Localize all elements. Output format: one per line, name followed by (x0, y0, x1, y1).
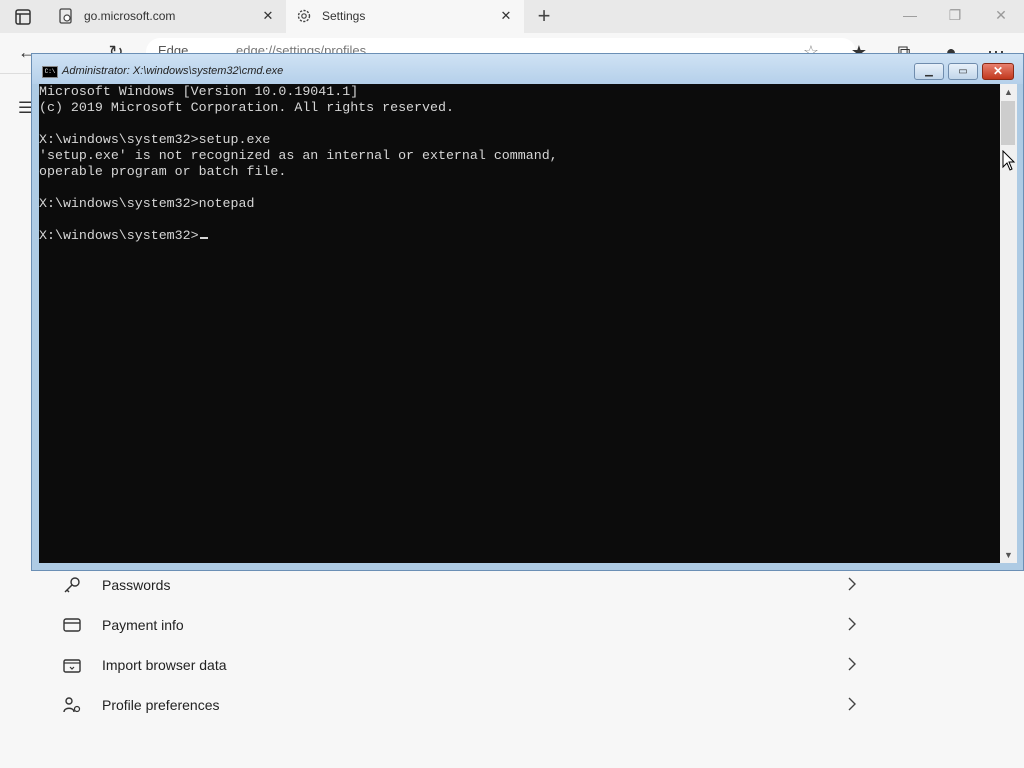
settings-item-passwords[interactable]: Passwords (60, 566, 860, 606)
scrollbar-thumb[interactable] (1001, 101, 1015, 145)
key-icon (64, 577, 80, 593)
chevron-right-icon (848, 577, 856, 591)
new-tab-button[interactable]: + (532, 5, 556, 27)
tab-title: Settings (322, 9, 366, 23)
tab-close-icon[interactable]: ✕ (260, 8, 276, 24)
console-line: X:\windows\system32>setup.exe (39, 132, 271, 147)
settings-item-label: Profile preferences (102, 697, 220, 713)
console-line: X:\windows\system32> (39, 228, 199, 243)
console-line: X:\windows\system32>notepad (39, 196, 255, 211)
tab-settings[interactable]: Settings ✕ (286, 0, 524, 33)
window-close-button[interactable]: ✕ (991, 6, 1011, 24)
settings-item-label: Passwords (102, 577, 171, 593)
cmd-maximize-button[interactable]: ▭ (948, 63, 978, 80)
window-minimize-button[interactable]: — (900, 6, 920, 24)
cmd-close-button[interactable]: ✕ (982, 63, 1014, 80)
gear-icon (297, 9, 311, 23)
window-restore-button[interactable]: ❐ (945, 6, 965, 24)
tab-close-icon[interactable]: ✕ (498, 8, 514, 24)
chevron-right-icon (848, 617, 856, 631)
tab-actions-button[interactable] (12, 6, 34, 28)
settings-item-import-browser-data[interactable]: Import browser data (60, 646, 860, 686)
credit-card-icon (63, 618, 81, 632)
chevron-right-icon (848, 697, 856, 711)
scroll-down-arrow-icon[interactable]: ▼ (1000, 547, 1017, 563)
tab-go-microsoft[interactable]: go.microsoft.com ✕ (48, 0, 286, 33)
tab-title: go.microsoft.com (84, 9, 176, 23)
mouse-pointer-icon (1002, 150, 1016, 171)
console-line: Microsoft Windows [Version 10.0.19041.1] (39, 84, 359, 99)
import-icon (63, 659, 81, 673)
profile-preferences-icon (63, 697, 81, 713)
settings-item-label: Payment info (102, 617, 184, 633)
console-line: 'setup.exe' is not recognized as an inte… (39, 148, 558, 163)
settings-item-label: Import browser data (102, 657, 227, 673)
cmd-window-title: Administrator: X:\windows\system32\cmd.e… (62, 65, 284, 77)
settings-item-payment-info[interactable]: Payment info (60, 606, 860, 646)
scroll-up-arrow-icon[interactable]: ▲ (1000, 84, 1017, 100)
browser-tab-strip: go.microsoft.com ✕ Settings ✕ + — ❐ ✕ (0, 0, 1024, 33)
cmd-minimize-button[interactable]: ▁ (914, 63, 944, 80)
cmd-console-output[interactable]: Microsoft Windows [Version 10.0.19041.1]… (39, 84, 1000, 563)
console-text: Microsoft Windows [Version 10.0.19041.1]… (39, 84, 1000, 244)
cmd-app-icon[interactable]: C:\ (42, 66, 58, 78)
console-line: operable program or batch file. (39, 164, 287, 179)
cmd-title-bar[interactable]: C:\ Administrator: X:\windows\system32\c… (32, 54, 1023, 84)
settings-item-profile-preferences[interactable]: Profile preferences (60, 686, 860, 726)
tab-actions-icon (15, 9, 31, 25)
cmd-window[interactable]: C:\ Administrator: X:\windows\system32\c… (31, 53, 1024, 571)
console-line: (c) 2019 Microsoft Corporation. All righ… (39, 100, 454, 115)
page-favicon-icon (59, 8, 72, 24)
text-cursor (199, 237, 208, 239)
chevron-right-icon (848, 657, 856, 671)
